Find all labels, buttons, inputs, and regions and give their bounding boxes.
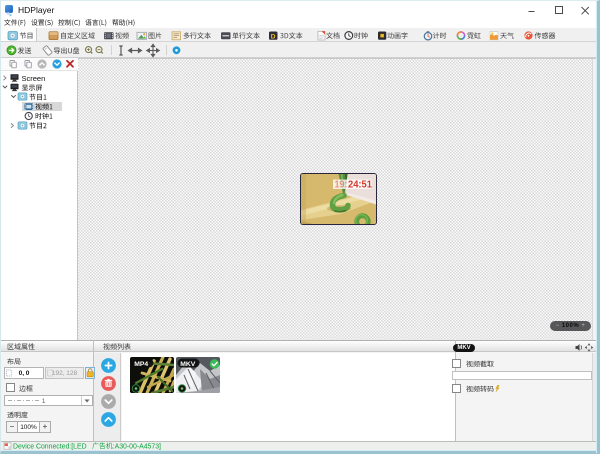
- svg-text:D: D: [271, 33, 276, 40]
- svg-text:1: 1: [42, 399, 46, 405]
